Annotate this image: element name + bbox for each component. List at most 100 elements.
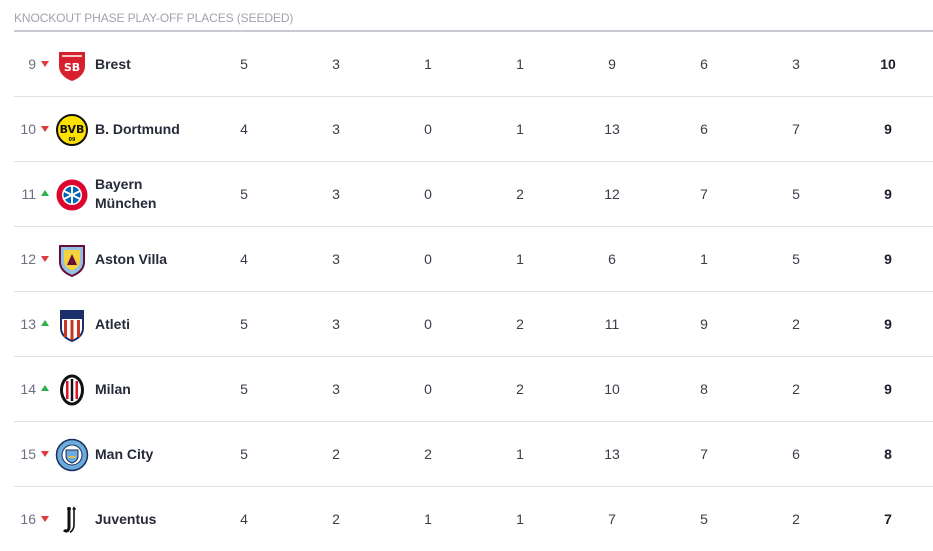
- table-row[interactable]: 16 Juventus 4 2 1 1 7 5 2 7: [14, 487, 933, 551]
- trend-down-icon: [41, 61, 49, 67]
- club-name-link[interactable]: Atleti: [95, 292, 205, 356]
- table-row[interactable]: 10 BVB 09 B. Dortmund 4 3 0 1 13 6 7 9: [14, 97, 933, 162]
- goals-against: 5: [700, 511, 708, 527]
- svg-text:BVB: BVB: [60, 123, 85, 136]
- dortmund-crest-icon: BVB 09: [55, 113, 89, 147]
- table-row[interactable]: 14 Milan 5 3 0 2 10 8 2 9: [14, 357, 933, 422]
- bayern-crest-icon: [55, 178, 89, 212]
- table-row[interactable]: 13 Atleti 5 3 0 2 11 9 2 9: [14, 292, 933, 357]
- goals-against: 9: [700, 316, 708, 332]
- points: 9: [884, 381, 892, 397]
- club-name-link[interactable]: Brest: [95, 32, 205, 96]
- points: 9: [884, 186, 892, 202]
- villa-crest-icon: [55, 243, 89, 277]
- drawn: 0: [424, 381, 432, 397]
- goals-against: 7: [700, 446, 708, 462]
- position: 12: [20, 251, 36, 267]
- goals-against: 6: [700, 56, 708, 72]
- club-name-link[interactable]: Aston Villa: [95, 227, 205, 291]
- goals-for: 10: [604, 381, 620, 397]
- svg-text:SB: SB: [64, 61, 80, 74]
- lost: 1: [516, 121, 524, 137]
- won: 3: [332, 121, 340, 137]
- lost: 2: [516, 316, 524, 332]
- won: 3: [332, 186, 340, 202]
- won: 2: [332, 511, 340, 527]
- trend-down-icon: [41, 451, 49, 457]
- position: 15: [20, 446, 36, 462]
- trend-up-icon: [41, 190, 49, 196]
- played: 5: [240, 381, 248, 397]
- goal-difference: 5: [792, 186, 800, 202]
- club-name-link[interactable]: Bayern München: [95, 162, 205, 226]
- played: 5: [240, 316, 248, 332]
- table-row[interactable]: 15 Man City 5 2 2 1 13 7 6 8: [14, 422, 933, 487]
- club-name-link[interactable]: Juventus: [95, 487, 205, 551]
- table-row[interactable]: 9 SB Brest 5 3 1 1 9 6 3 10: [14, 32, 933, 97]
- trend-up-icon: [41, 320, 49, 326]
- goals-for: 9: [608, 56, 616, 72]
- drawn: 0: [424, 121, 432, 137]
- brest-crest-icon: SB: [55, 48, 89, 82]
- played: 5: [240, 186, 248, 202]
- lost: 1: [516, 56, 524, 72]
- table-row[interactable]: 12 Aston Villa 4 3 0 1 6 1 5 9: [14, 227, 933, 292]
- goals-against: 7: [700, 186, 708, 202]
- goal-difference: 3: [792, 56, 800, 72]
- goal-difference: 2: [792, 316, 800, 332]
- points: 10: [880, 56, 896, 72]
- position: 9: [28, 56, 36, 72]
- lost: 1: [516, 251, 524, 267]
- position: 13: [20, 316, 36, 332]
- goals-for: 7: [608, 511, 616, 527]
- svg-text:09: 09: [69, 137, 76, 143]
- club-name-link[interactable]: B. Dortmund: [95, 97, 205, 161]
- position: 10: [20, 121, 36, 137]
- played: 4: [240, 251, 248, 267]
- won: 3: [332, 316, 340, 332]
- position: 16: [20, 511, 36, 527]
- played: 5: [240, 56, 248, 72]
- points: 8: [884, 446, 892, 462]
- won: 2: [332, 446, 340, 462]
- drawn: 2: [424, 446, 432, 462]
- position: 11: [21, 186, 36, 202]
- position: 14: [20, 381, 36, 397]
- goals-against: 6: [700, 121, 708, 137]
- standings-table: 9 SB Brest 5 3 1 1 9 6 3 10 10 BVB 09 B.…: [14, 32, 933, 551]
- lost: 1: [516, 446, 524, 462]
- goals-for: 13: [604, 121, 620, 137]
- juventus-crest-icon: [55, 503, 89, 537]
- lost: 2: [516, 381, 524, 397]
- mancity-crest-icon: [55, 438, 89, 472]
- goal-difference: 2: [792, 381, 800, 397]
- goals-for: 13: [604, 446, 620, 462]
- club-name-link[interactable]: Milan: [95, 357, 205, 421]
- lost: 1: [516, 511, 524, 527]
- milan-crest-icon: [55, 373, 89, 407]
- goals-for: 11: [604, 316, 620, 332]
- lost: 2: [516, 186, 524, 202]
- won: 3: [332, 251, 340, 267]
- points: 7: [884, 511, 892, 527]
- trend-down-icon: [41, 256, 49, 262]
- atleti-crest-icon: [55, 308, 89, 342]
- goal-difference: 7: [792, 121, 800, 137]
- points: 9: [884, 316, 892, 332]
- goals-for: 12: [604, 186, 620, 202]
- club-name-link[interactable]: Man City: [95, 422, 205, 486]
- table-row[interactable]: 11 Bayern München 5 3 0 2 12 7 5 9: [14, 162, 933, 227]
- section-title: KNOCKOUT PHASE PLAY-OFF PLACES (SEEDED): [14, 11, 294, 25]
- trend-down-icon: [41, 516, 49, 522]
- goal-difference: 2: [792, 511, 800, 527]
- played: 4: [240, 511, 248, 527]
- goal-difference: 6: [792, 446, 800, 462]
- played: 4: [240, 121, 248, 137]
- goals-for: 6: [608, 251, 616, 267]
- drawn: 0: [424, 316, 432, 332]
- won: 3: [332, 381, 340, 397]
- drawn: 0: [424, 251, 432, 267]
- goals-against: 8: [700, 381, 708, 397]
- drawn: 1: [424, 511, 432, 527]
- drawn: 0: [424, 186, 432, 202]
